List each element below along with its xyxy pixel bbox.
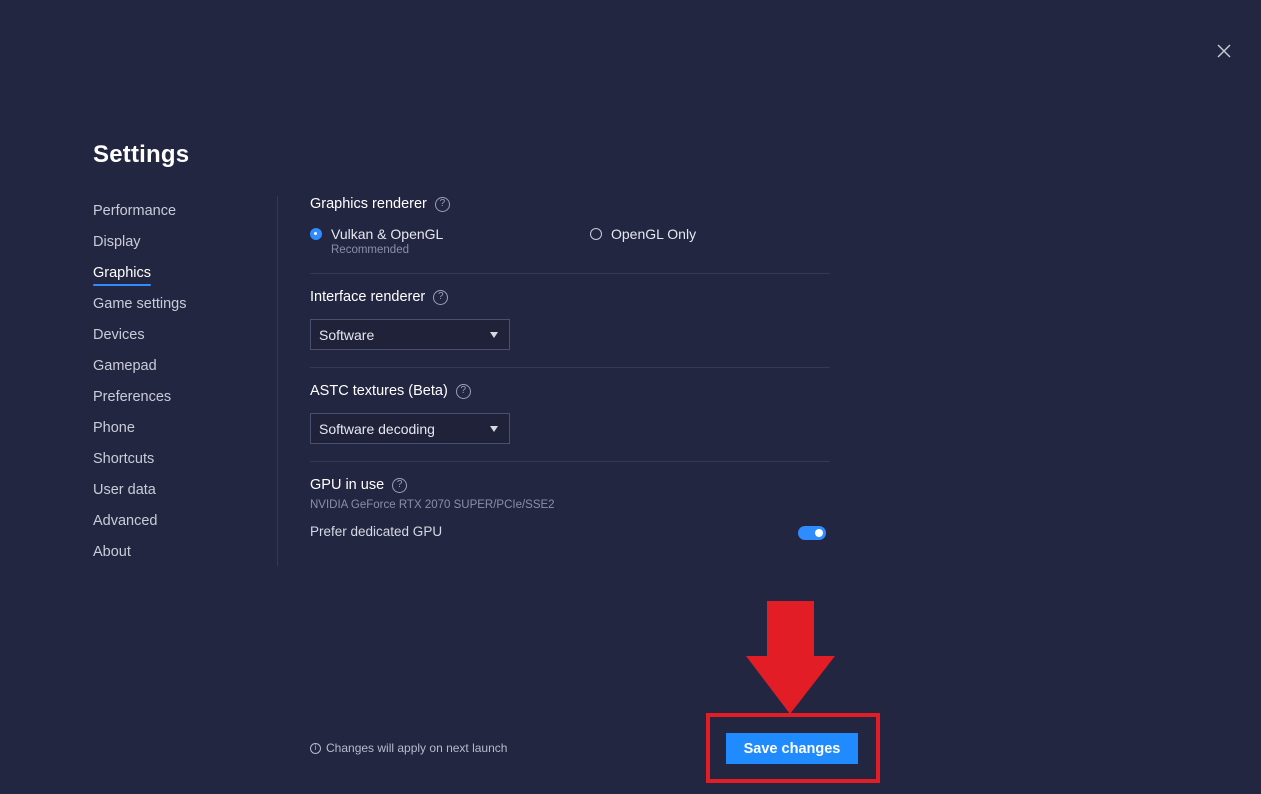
gpu-in-use-label: GPU in use [310, 477, 385, 493]
radio-checked-icon [310, 228, 322, 240]
gpu-in-use-heading: GPU in use ? [310, 477, 408, 493]
select-value: Software [319, 327, 375, 343]
radio-sublabel: Recommended [331, 244, 409, 256]
select-value: Software decoding [319, 421, 435, 437]
radio-vulkan-opengl[interactable]: Vulkan & OpenGL Recommended [310, 226, 443, 258]
sidebar-item-phone[interactable]: Phone [93, 417, 187, 448]
section-divider [310, 367, 830, 368]
sidebar-item-advanced[interactable]: Advanced [93, 510, 187, 541]
sidebar-item-devices[interactable]: Devices [93, 324, 187, 355]
info-icon: i [310, 742, 321, 754]
interface-renderer-heading: Interface renderer ? [310, 289, 449, 305]
settings-window: Settings Performance Display Graphics Ga… [0, 0, 1261, 794]
radio-opengl-only[interactable]: OpenGL Only [590, 226, 696, 242]
sidebar-item-gamepad[interactable]: Gamepad [93, 355, 187, 386]
help-icon[interactable]: ? [392, 477, 408, 493]
prefer-dedicated-gpu-toggle[interactable] [798, 526, 826, 540]
graphics-renderer-label: Graphics renderer [310, 196, 427, 212]
radio-unchecked-icon [590, 228, 602, 240]
help-icon[interactable]: ? [433, 289, 449, 305]
page-title: Settings [93, 141, 190, 168]
sidebar-item-shortcuts[interactable]: Shortcuts [93, 448, 187, 479]
gpu-name: NVIDIA GeForce RTX 2070 SUPER/PCIe/SSE2 [310, 499, 555, 511]
close-icon [1217, 44, 1231, 58]
caret-down-icon [490, 332, 498, 338]
interface-renderer-label: Interface renderer [310, 289, 426, 305]
active-tab-indicator [93, 284, 151, 286]
section-divider [310, 461, 830, 462]
footer-note-text: Changes will apply on next launch [326, 741, 508, 755]
sidebar-item-user-data[interactable]: User data [93, 479, 187, 510]
section-divider [310, 273, 830, 274]
sidebar-item-preferences[interactable]: Preferences [93, 386, 187, 417]
footer-note: i Changes will apply on next launch [310, 741, 507, 755]
graphics-renderer-options: Vulkan & OpenGL Recommended OpenGL Only [310, 226, 830, 260]
sidebar-divider [277, 196, 278, 566]
astc-textures-heading: ASTC textures (Beta) ? [310, 383, 471, 399]
radio-label: Vulkan & OpenGL [331, 226, 444, 242]
save-changes-button[interactable]: Save changes [726, 733, 858, 764]
sidebar-item-performance[interactable]: Performance [93, 200, 187, 231]
interface-renderer-select[interactable]: Software [310, 319, 510, 350]
red-arrow-down-icon [746, 601, 835, 714]
graphics-renderer-heading: Graphics renderer ? [310, 196, 450, 212]
close-button[interactable] [1213, 40, 1235, 62]
sidebar-item-graphics[interactable]: Graphics [93, 262, 187, 293]
sidebar-item-label: Graphics [93, 265, 152, 281]
sidebar-item-display[interactable]: Display [93, 231, 187, 262]
astc-textures-label: ASTC textures (Beta) [310, 383, 448, 399]
prefer-dedicated-gpu-label: Prefer dedicated GPU [310, 524, 443, 539]
radio-label: OpenGL Only [611, 226, 697, 242]
sidebar-item-game-settings[interactable]: Game settings [93, 293, 187, 324]
caret-down-icon [490, 426, 498, 432]
sidebar-nav: Performance Display Graphics Game settin… [93, 200, 187, 572]
help-icon[interactable]: ? [455, 383, 471, 399]
sidebar-item-about[interactable]: About [93, 541, 187, 572]
astc-textures-select[interactable]: Software decoding [310, 413, 510, 444]
help-icon[interactable]: ? [434, 196, 450, 212]
